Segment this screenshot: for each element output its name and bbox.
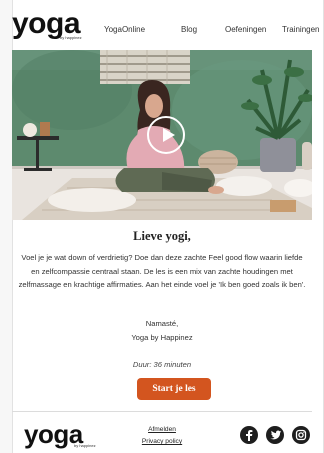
twitter-icon[interactable]	[266, 426, 284, 444]
footer-divider	[12, 411, 312, 412]
play-icon[interactable]	[147, 116, 185, 154]
signoff-line-2: Yoga by Happinez	[131, 333, 193, 342]
unsubscribe-link[interactable]: Afmelden	[132, 424, 192, 436]
footer-logo-subtitle: by happinez	[74, 443, 96, 448]
start-lesson-button[interactable]: Start je les	[137, 378, 211, 400]
intro-text: Voel je je wat down of verdrietig? Doe d…	[18, 253, 306, 289]
footer-links: Afmelden Privacy policy	[132, 424, 192, 448]
hero-video[interactable]	[12, 50, 312, 220]
greeting-heading: Lieve yogi,	[133, 229, 191, 243]
signoff: Namasté, Yoga by Happinez	[12, 317, 312, 345]
nav-item-trainingen[interactable]: Trainingen	[282, 25, 320, 34]
lesson-duration: Duur: 36 minuten	[132, 360, 192, 369]
nav-item-oefeningen[interactable]: Oefeningen	[225, 25, 266, 34]
privacy-policy-link[interactable]: Privacy policy	[132, 436, 192, 448]
nav-item-blog[interactable]: Blog	[181, 25, 197, 34]
email-header: yoga by happinez YogaOnline Blog Oefenin…	[12, 9, 320, 47]
facebook-icon[interactable]	[240, 426, 258, 444]
logo-subtitle: by happinez	[60, 35, 82, 40]
instagram-icon[interactable]	[292, 426, 310, 444]
nav-item-yogaonline[interactable]: YogaOnline	[104, 25, 145, 34]
signoff-line-1: Namasté,	[145, 319, 179, 328]
